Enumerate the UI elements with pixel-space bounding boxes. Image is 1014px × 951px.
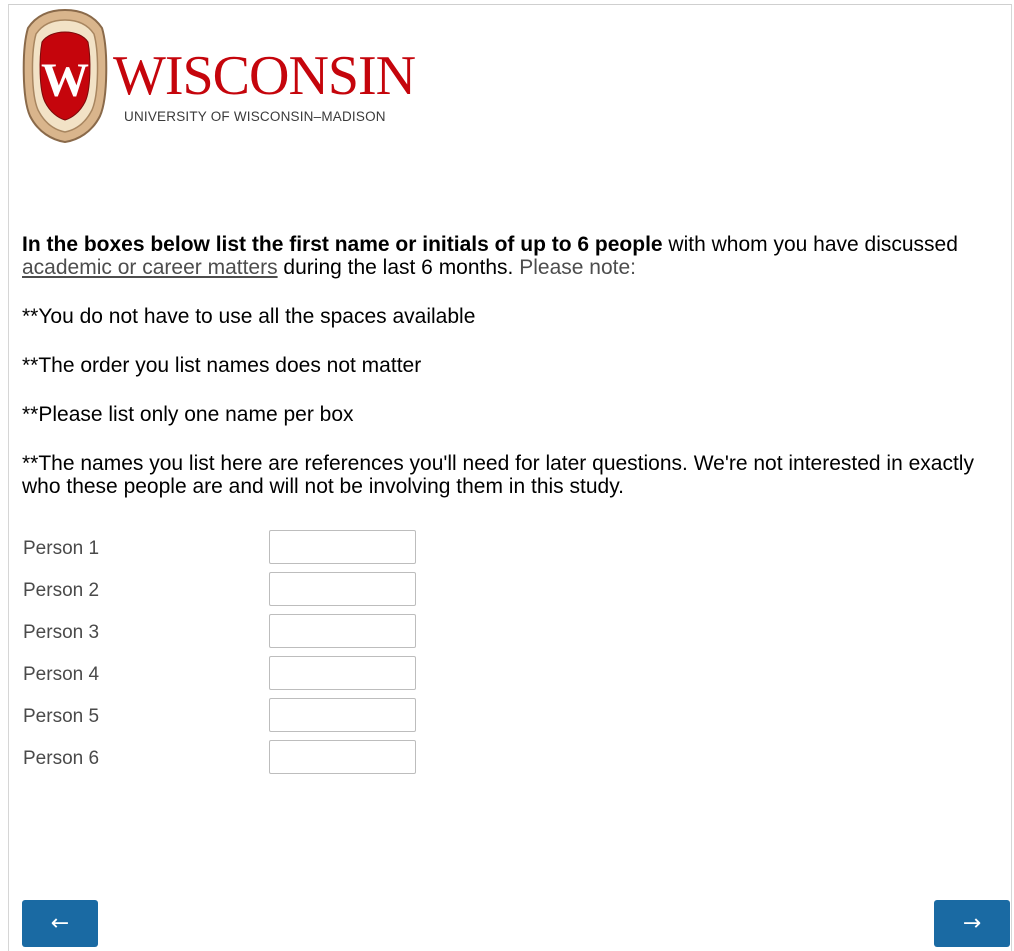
question-bold: In the boxes below list the first name o… — [22, 233, 663, 256]
person-label: Person 4 — [23, 664, 100, 685]
academic-career-link[interactable]: academic or career matters — [22, 256, 278, 279]
person-row-3: Person 3 — [22, 614, 442, 656]
logo-title: WISCONSIN — [113, 45, 416, 107]
back-button[interactable]: ← — [22, 900, 98, 947]
question-after-link: during the last 6 months. — [277, 256, 520, 279]
note-4: **The names you list here are references… — [22, 452, 974, 498]
note-1: **You do not have to use all the spaces … — [22, 305, 476, 328]
person-3-input[interactable] — [269, 614, 416, 648]
person-5-input[interactable] — [269, 698, 416, 732]
logo-subtitle: UNIVERSITY OF WISCONSIN–MADISON — [124, 109, 386, 124]
person-label: Person 5 — [23, 706, 100, 727]
please-note: Please note: — [519, 256, 636, 279]
person-row-6: Person 6 — [22, 740, 442, 782]
person-label: Person 2 — [23, 580, 100, 601]
person-label: Person 3 — [23, 622, 100, 643]
person-6-input[interactable] — [269, 740, 416, 774]
person-row-1: Person 1 — [22, 530, 442, 572]
next-button[interactable]: → — [934, 900, 1010, 947]
person-1-input[interactable] — [269, 530, 416, 564]
question-text: In the boxes below list the first name o… — [22, 233, 1007, 279]
person-list: Person 1 Person 2 Person 3 Person 4 Pers… — [22, 530, 442, 782]
note-2: **The order you list names does not matt… — [22, 354, 422, 377]
person-row-4: Person 4 — [22, 656, 442, 698]
person-row-2: Person 2 — [22, 572, 442, 614]
crest-icon: W — [22, 8, 108, 144]
question-content: In the boxes below list the first name o… — [22, 233, 1007, 524]
question-intro: with whom you have discussed — [662, 233, 958, 256]
person-label: Person 1 — [23, 538, 100, 559]
person-4-input[interactable] — [269, 656, 416, 690]
svg-text:W: W — [41, 54, 89, 107]
person-2-input[interactable] — [269, 572, 416, 606]
university-logo: W WISCONSIN UNIVERSITY OF WISCONSIN–MADI… — [22, 8, 442, 148]
note-3: **Please list only one name per box — [22, 403, 354, 426]
person-row-5: Person 5 — [22, 698, 442, 740]
person-label: Person 6 — [23, 748, 100, 769]
